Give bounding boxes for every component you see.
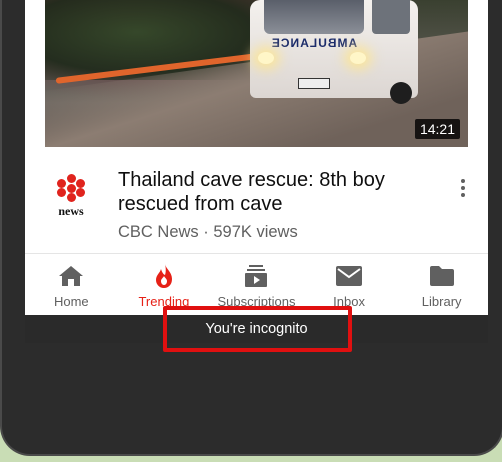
ambulance-headlight [350, 52, 366, 64]
phone-frame: AMBULANCE 14:21 news Thailand cave rescu… [0, 0, 502, 456]
cbc-gem-icon [57, 174, 85, 202]
video-duration: 14:21 [414, 119, 460, 139]
highlight-annotation-box [163, 306, 352, 352]
nav-item-library[interactable]: Library [395, 254, 488, 316]
nav-label-library: Library [421, 294, 462, 309]
video-info[interactable]: news Thailand cave rescue: 8th boy rescu… [25, 147, 488, 253]
nav-item-home[interactable]: Home [25, 254, 118, 316]
video-meta: CBC News · 597K views [118, 223, 298, 241]
ambulance-plate [298, 78, 330, 89]
video-thumbnail[interactable]: AMBULANCE 14:21 [45, 0, 468, 147]
subscriptions-icon [242, 264, 270, 288]
nav-label-home: Home [53, 294, 89, 309]
flame-icon [150, 264, 178, 288]
ambulance-wheel [390, 82, 412, 104]
app-screen: AMBULANCE 14:21 news Thailand cave rescu… [25, 0, 488, 343]
more-options-icon[interactable] [457, 177, 469, 199]
thumbnail-ambulance: AMBULANCE [250, 0, 418, 104]
mail-icon [335, 264, 363, 288]
ambulance-label: AMBULANCE [270, 36, 358, 50]
home-icon [57, 264, 85, 288]
ambulance-headlight [258, 52, 274, 64]
ambulance-side-window [372, 0, 410, 34]
channel-avatar[interactable]: news [55, 174, 87, 219]
ambulance-windshield [264, 0, 364, 34]
video-title[interactable]: Thailand cave rescue: 8th boy rescued fr… [118, 168, 428, 216]
folder-icon [428, 264, 456, 288]
channel-logo-text: news [58, 204, 84, 218]
